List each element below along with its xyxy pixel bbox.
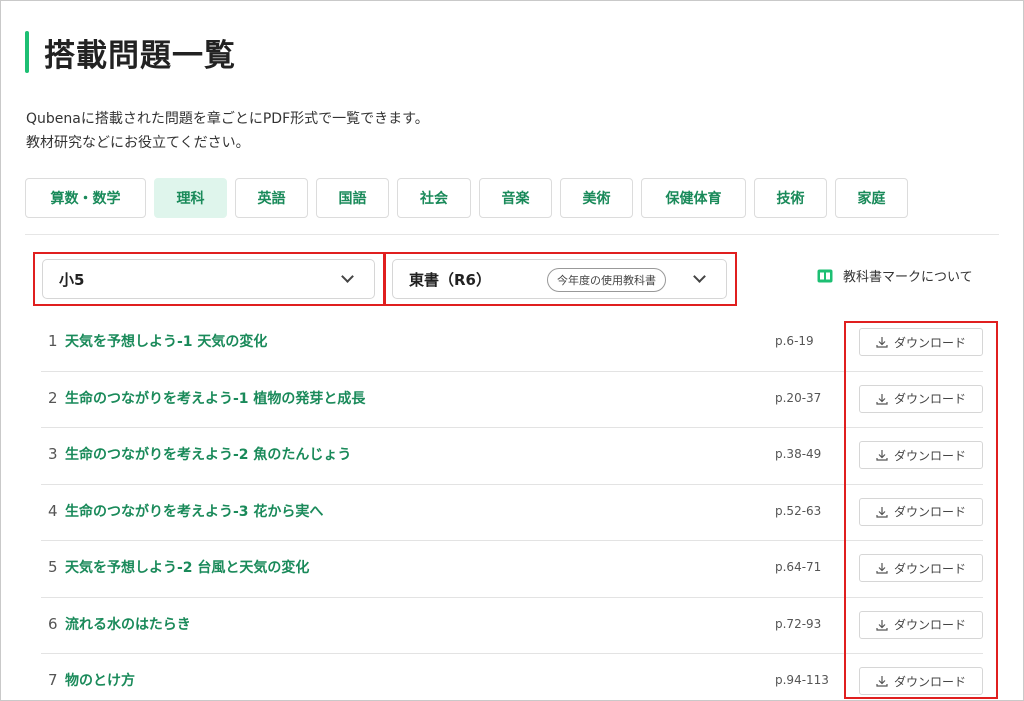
description-line-2: 教材研究などにお役立てください。 bbox=[26, 135, 250, 151]
chapter-row: 4 生命のつながりを考えよう-3 花から実へ p.52-63 ダウンロード bbox=[41, 485, 983, 541]
chapter-pages: p.72-93 bbox=[775, 616, 822, 631]
chapter-title-link[interactable]: 天気を予想しよう-2 台風と天気の変化 bbox=[65, 557, 309, 577]
chapter-number: 7 bbox=[48, 671, 58, 689]
download-label: ダウンロード bbox=[893, 674, 966, 689]
tab-art[interactable]: 美術 bbox=[560, 178, 633, 218]
textbook-select[interactable]: 東書（R6） 今年度の使用教科書 bbox=[392, 259, 727, 299]
chevron-down-icon bbox=[693, 270, 706, 283]
chapter-row: 5 天気を予想しよう-2 台風と天気の変化 p.64-71 ダウンロード bbox=[41, 541, 983, 598]
download-button[interactable]: ダウンロード bbox=[859, 667, 983, 695]
page-header: 搭載問題一覧 bbox=[25, 31, 236, 74]
chapter-number: 2 bbox=[48, 388, 58, 407]
download-button[interactable]: ダウンロード bbox=[859, 497, 983, 526]
chapter-pages: p.38-49 bbox=[775, 447, 822, 461]
textbook-mark-label: 教科書マークについて bbox=[843, 270, 973, 285]
description-line-1: Qubenaに搭載された問題を章ごとにPDF形式で一覧できます。 bbox=[26, 111, 429, 127]
current-textbook-badge: 今年度の使用教科書 bbox=[547, 268, 666, 292]
tab-home-economics[interactable]: 家庭 bbox=[835, 178, 908, 218]
chapter-title-link[interactable]: 天気を予想しよう-1 天気の変化 bbox=[65, 331, 267, 351]
tab-music[interactable]: 音楽 bbox=[479, 178, 552, 218]
chapter-title-link[interactable]: 生命のつながりを考えよう-2 魚のたんじょう bbox=[65, 444, 351, 464]
chapter-number: 6 bbox=[48, 614, 58, 633]
tab-health-pe[interactable]: 保健体育 bbox=[641, 178, 746, 218]
chapter-row: 7 物のとけ方 p.94-113 ダウンロード bbox=[41, 654, 983, 701]
tab-technology[interactable]: 技術 bbox=[754, 178, 827, 218]
chapter-number: 5 bbox=[48, 558, 58, 576]
chapter-number: 4 bbox=[48, 501, 58, 520]
chapter-pages: p.94-113 bbox=[775, 673, 829, 687]
download-icon bbox=[876, 449, 888, 461]
download-label: ダウンロード bbox=[893, 335, 966, 350]
chapter-number: 3 bbox=[48, 445, 58, 463]
chapter-number: 1 bbox=[48, 332, 58, 350]
chapter-title-link[interactable]: 生命のつながりを考えよう-3 花から実へ bbox=[65, 501, 323, 521]
chevron-down-icon bbox=[341, 270, 354, 283]
grade-select-value: 小5 bbox=[59, 270, 85, 289]
tab-math[interactable]: 算数・数学 bbox=[25, 178, 146, 218]
download-icon bbox=[876, 562, 888, 574]
chapter-pages: p.20-37 bbox=[775, 390, 822, 405]
chapter-pages: p.52-63 bbox=[775, 503, 822, 518]
download-button[interactable]: ダウンロード bbox=[859, 328, 983, 356]
chapter-title-link[interactable]: 流れる水のはたらき bbox=[65, 614, 191, 634]
download-label: ダウンロード bbox=[893, 618, 966, 632]
title-accent-bar bbox=[25, 31, 29, 73]
textbook-select-value: 東書（R6） bbox=[409, 270, 491, 289]
download-icon bbox=[876, 336, 888, 348]
chapter-row: 6 流れる水のはたらき p.72-93 ダウンロード bbox=[41, 598, 983, 654]
download-button[interactable]: ダウンロード bbox=[859, 554, 983, 582]
download-label: ダウンロード bbox=[893, 448, 966, 463]
download-icon bbox=[876, 393, 888, 405]
chapter-title-link[interactable]: 物のとけ方 bbox=[65, 670, 135, 690]
chapter-row: 3 生命のつながりを考えよう-2 魚のたんじょう p.38-49 ダウンロード bbox=[41, 428, 983, 485]
download-button[interactable]: ダウンロード bbox=[859, 610, 983, 639]
download-label: ダウンロード bbox=[893, 505, 966, 519]
book-icon bbox=[817, 269, 833, 283]
subject-tabs: 算数・数学 理科 英語 国語 社会 音楽 美術 保健体育 技術 家庭 bbox=[25, 178, 916, 218]
tab-science[interactable]: 理科 bbox=[154, 178, 227, 218]
chapter-row: 2 生命のつながりを考えよう-1 植物の発芽と成長 p.20-37 ダウンロード bbox=[41, 372, 983, 428]
chapter-row: 1 天気を予想しよう-1 天気の変化 p.6-19 ダウンロード bbox=[41, 315, 983, 372]
divider bbox=[25, 234, 999, 235]
download-label: ダウンロード bbox=[893, 561, 966, 576]
tab-social-studies[interactable]: 社会 bbox=[397, 178, 471, 218]
chapter-title-link[interactable]: 生命のつながりを考えよう-1 植物の発芽と成長 bbox=[65, 388, 365, 408]
download-icon bbox=[876, 619, 888, 631]
tab-english[interactable]: 英語 bbox=[235, 178, 308, 218]
download-label: ダウンロード bbox=[893, 392, 966, 406]
download-button[interactable]: ダウンロード bbox=[859, 384, 983, 413]
grade-select[interactable]: 小5 bbox=[42, 259, 375, 299]
chapter-list: 1 天気を予想しよう-1 天気の変化 p.6-19 ダウンロード 2 生命のつな… bbox=[41, 315, 983, 701]
textbook-mark-link[interactable]: 教科書マークについて bbox=[817, 266, 973, 285]
download-button[interactable]: ダウンロード bbox=[859, 441, 983, 469]
tab-japanese[interactable]: 国語 bbox=[316, 178, 389, 218]
download-icon bbox=[876, 675, 888, 687]
page-description: Qubenaに搭載された問題を章ごとにPDF形式で一覧できます。 教材研究などに… bbox=[26, 107, 429, 155]
page-title: 搭載問題一覧 bbox=[44, 37, 236, 74]
download-icon bbox=[876, 506, 888, 518]
chapter-pages: p.6-19 bbox=[775, 334, 814, 348]
chapter-pages: p.64-71 bbox=[775, 560, 822, 574]
